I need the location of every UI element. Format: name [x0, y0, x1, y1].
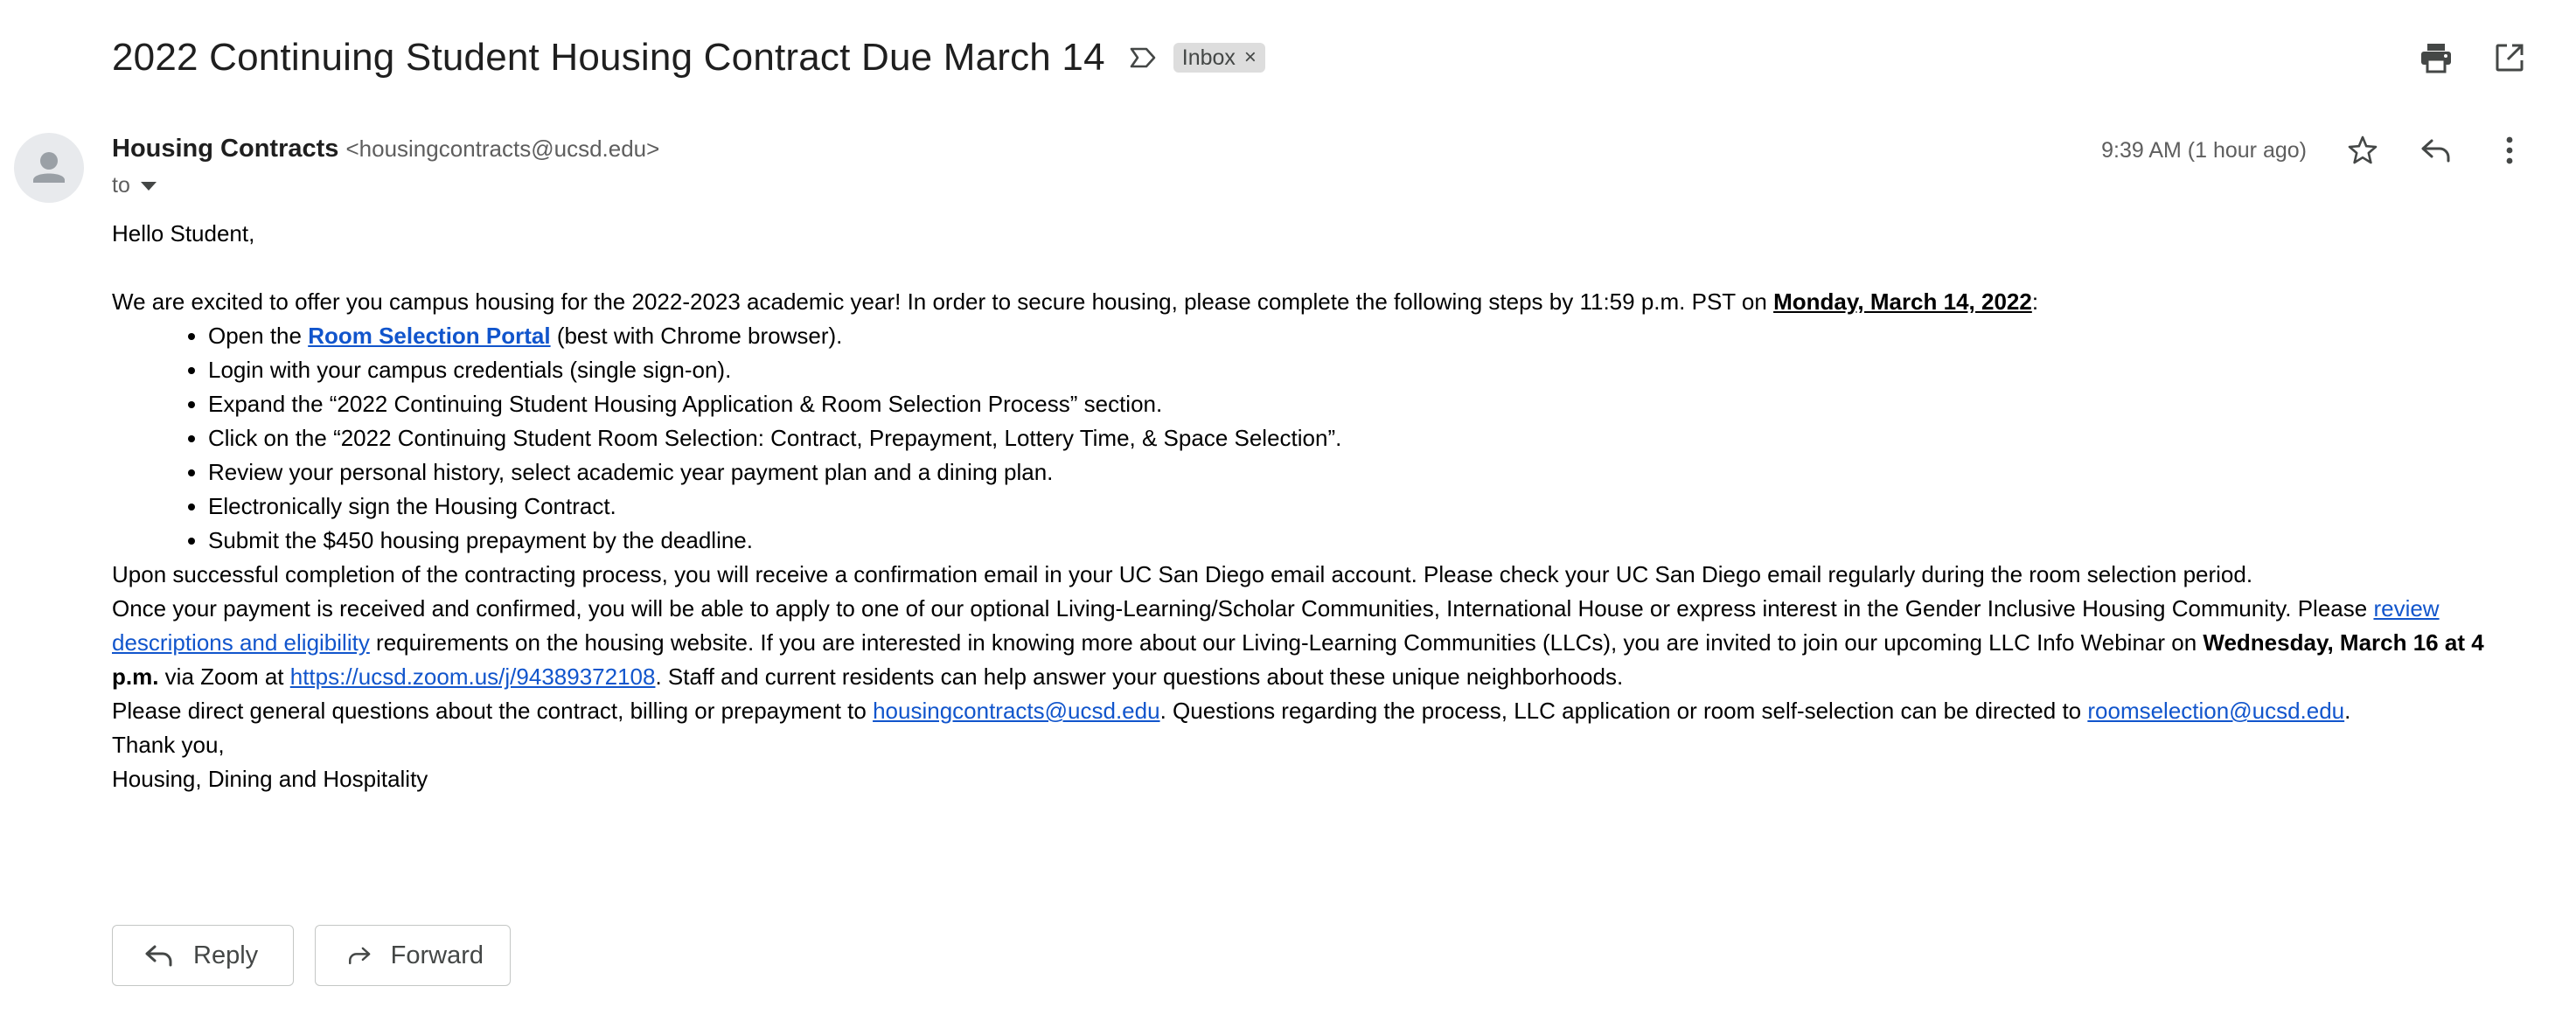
housingcontracts-email-link[interactable]: housingcontracts@ucsd.edu: [873, 698, 1159, 724]
contact-text: . Questions regarding the process, LLC a…: [1159, 698, 2088, 724]
list-item: Open the Room Selection Portal (best wit…: [208, 319, 2499, 353]
more-vertical-icon[interactable]: [2490, 131, 2529, 170]
email-subject: 2022 Continuing Student Housing Contract…: [112, 36, 1105, 79]
email-body: Hello Student, We are excited to offer y…: [112, 217, 2499, 796]
reply-label: Reply: [193, 941, 259, 969]
llc-text: . Staff and current residents can help a…: [655, 663, 1624, 690]
contact-text: Please direct general questions about th…: [112, 698, 874, 724]
llc-text: via Zoom at: [158, 663, 290, 690]
sender-line: Housing Contracts <housingcontracts@ucsd…: [112, 135, 659, 163]
sender-name[interactable]: Housing Contracts: [112, 135, 338, 163]
confirmation-paragraph: Upon successful completion of the contra…: [112, 561, 2253, 587]
chevron-down-icon[interactable]: [140, 181, 157, 191]
reply-icon[interactable]: [2417, 131, 2455, 170]
llc-text: requirements on the housing website. If …: [369, 629, 2204, 656]
intro-text: We are excited to offer you campus housi…: [112, 288, 1774, 315]
recipient-line: to: [112, 173, 157, 198]
intro-paragraph: We are excited to offer you campus housi…: [112, 285, 2499, 319]
list-item: Submit the $450 housing prepayment by th…: [208, 524, 2499, 558]
open-in-new-window-icon[interactable]: [2490, 38, 2529, 77]
timestamp: 9:39 AM (1 hour ago): [2101, 137, 2307, 163]
intro-suffix: :: [2031, 288, 2039, 315]
step-text: (best with Chrome browser).: [550, 323, 843, 349]
print-icon[interactable]: [2417, 38, 2455, 77]
closing: Thank you,: [112, 732, 225, 758]
llc-text: Once your payment is received and confir…: [112, 595, 2374, 622]
reply-actions: Reply Forward: [112, 925, 511, 986]
star-outline-icon[interactable]: [2343, 131, 2382, 170]
zoom-link[interactable]: https://ucsd.zoom.us/j/94389372108: [290, 663, 656, 690]
inbox-label-chip: Inbox ×: [1173, 43, 1265, 73]
contact-paragraph: Please direct general questions about th…: [112, 694, 2499, 728]
forward-icon: [349, 947, 371, 965]
person-avatar-icon: [14, 133, 84, 203]
list-item: Review your personal history, select aca…: [208, 455, 2499, 490]
list-item: Login with your campus credentials (sing…: [208, 353, 2499, 387]
room-selection-portal-link[interactable]: Room Selection Portal: [308, 323, 550, 349]
step-text: Open the: [208, 323, 309, 349]
list-item: Click on the “2022 Continuing Student Ro…: [208, 421, 2499, 455]
message-meta: 9:39 AM (1 hour ago): [2101, 131, 2529, 170]
remove-label-icon[interactable]: ×: [1244, 45, 1257, 70]
roomselection-email-link[interactable]: roomselection@ucsd.edu: [2087, 698, 2344, 724]
signature: Housing, Dining and Hospitality: [112, 766, 428, 792]
reply-button[interactable]: Reply: [112, 925, 294, 986]
top-actions: [2417, 38, 2529, 77]
contact-text: .: [2344, 698, 2351, 724]
greeting: Hello Student,: [112, 220, 255, 247]
list-item: Expand the “2022 Continuing Student Hous…: [208, 387, 2499, 421]
label-outline-icon[interactable]: [1128, 43, 1158, 73]
inbox-label-text: Inbox: [1181, 45, 1236, 70]
list-item: Electronically sign the Housing Contract…: [208, 490, 2499, 524]
steps-list: Open the Room Selection Portal (best wit…: [112, 319, 2499, 558]
forward-label: Forward: [390, 941, 484, 969]
llc-paragraph: Once your payment is received and confir…: [112, 592, 2499, 694]
subject-row: 2022 Continuing Student Housing Contract…: [112, 31, 1265, 84]
reply-icon: [145, 945, 172, 967]
to-label: to: [112, 173, 130, 198]
sender-email: <housingcontracts@ucsd.edu>: [345, 135, 660, 162]
deadline-date: Monday, March 14, 2022: [1773, 288, 2032, 315]
forward-button[interactable]: Forward: [315, 925, 511, 986]
